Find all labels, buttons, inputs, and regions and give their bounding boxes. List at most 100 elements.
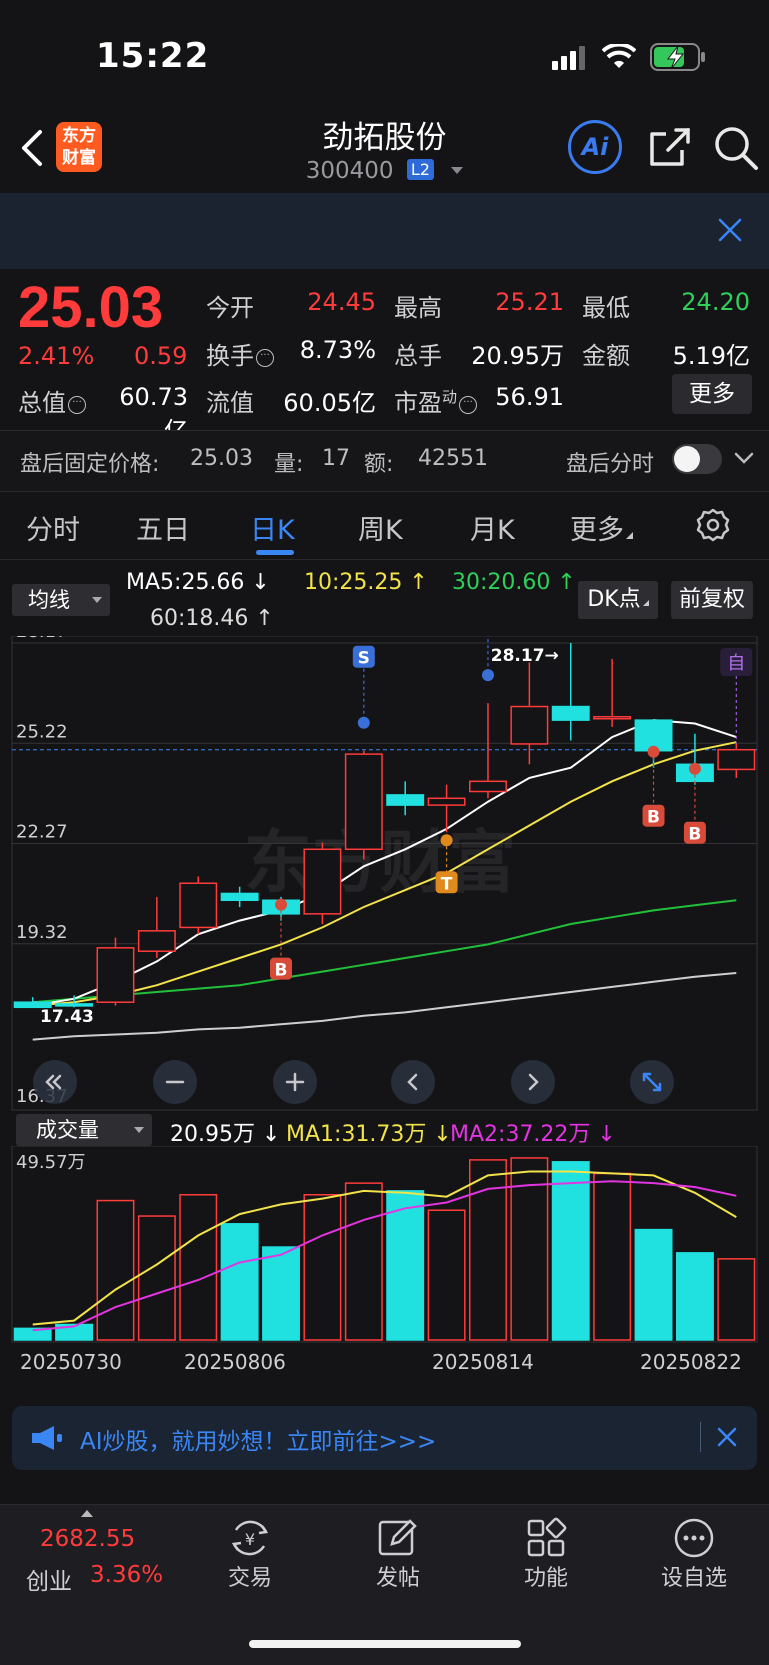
- ad-text[interactable]: AI炒股，就用妙想！立即前往>>>: [80, 1422, 436, 1456]
- nav-add-watchlist[interactable]: 设自选: [634, 1560, 754, 1592]
- info-icon[interactable]: ···: [68, 396, 86, 414]
- after-hours-amount-label: 额:: [364, 452, 394, 477]
- grid-apps-icon[interactable]: [524, 1516, 568, 1560]
- adjust-button[interactable]: 前复权: [671, 581, 753, 619]
- dk-point-button[interactable]: DK点: [578, 581, 658, 619]
- after-hours-volume-label: 量:: [274, 452, 304, 477]
- date-label: 20250730: [20, 1350, 122, 1374]
- after-hours-amount-value: 42551: [418, 446, 488, 471]
- indicator-select-label: 均线: [28, 588, 70, 612]
- turnover-label[interactable]: 换手 ···: [206, 336, 274, 371]
- zoom-out-icon[interactable]: [153, 1060, 197, 1104]
- chevron-down-icon[interactable]: [451, 167, 464, 174]
- pe-dynamic-sup: 动: [442, 388, 458, 406]
- volume-ma1-text: MA1:31.73万: [286, 1122, 427, 1147]
- turnover-value: 8.73%: [299, 336, 376, 364]
- signal-dot: [481, 669, 494, 682]
- tab-more[interactable]: 更多: [570, 508, 633, 547]
- ma10-text: 10:25.25: [304, 570, 403, 595]
- nav-trade[interactable]: 交易: [190, 1560, 310, 1592]
- volume-bar: [262, 1246, 300, 1341]
- kline-chart[interactable]: 东方财富 28.1725.2222.2719.3216.37 BSTSBB 28…: [0, 636, 769, 1112]
- candle-body: [551, 705, 590, 721]
- volume-bar: [303, 1194, 342, 1341]
- amount-label: 金额: [582, 342, 630, 370]
- after-hours-volume-value: 17: [322, 446, 350, 471]
- y-axis-label: 28.17: [16, 636, 68, 642]
- kline-y-axis: 28.1725.2222.2719.3216.37: [16, 636, 68, 1107]
- change-percent: 2.41%: [18, 342, 95, 370]
- tab-timeshare[interactable]: 分时: [26, 508, 80, 547]
- signal-dot: [275, 898, 288, 911]
- y-axis-label: 22.27: [16, 822, 68, 843]
- chevron-down-icon: [134, 1127, 144, 1133]
- ma60-text: 60:18.46: [150, 606, 249, 631]
- candle-body: [469, 780, 507, 793]
- candle-body: [510, 705, 549, 745]
- post-icon[interactable]: [376, 1516, 420, 1560]
- volume-bar: [96, 1199, 135, 1341]
- info-icon[interactable]: ···: [459, 396, 478, 414]
- index-name[interactable]: 创业: [26, 1562, 72, 1596]
- signal-label: B: [275, 961, 288, 981]
- fast-back-icon[interactable]: [33, 1060, 77, 1104]
- candle-body: [96, 947, 135, 1003]
- trade-icon[interactable]: ¥: [228, 1516, 272, 1560]
- corner-arrow-icon: [642, 600, 649, 606]
- gear-icon[interactable]: [696, 508, 730, 542]
- step-back-icon[interactable]: [391, 1060, 435, 1104]
- candle-body: [427, 797, 466, 806]
- candle-body: [717, 748, 756, 771]
- signal-dot: [688, 762, 701, 775]
- market-cap-label[interactable]: 总值 ···: [18, 383, 86, 418]
- volume-chart[interactable]: 49.57万: [0, 1146, 769, 1346]
- info-icon[interactable]: ···: [256, 349, 274, 367]
- more-dots-icon[interactable]: [672, 1516, 716, 1560]
- share-icon[interactable]: [646, 124, 692, 170]
- close-icon[interactable]: [714, 1424, 740, 1450]
- nav-post[interactable]: 发帖: [338, 1560, 458, 1592]
- candle-body: [593, 715, 632, 720]
- min-price-annotation: 17.43: [40, 1007, 94, 1027]
- tab-monthly-k[interactable]: 月K: [470, 508, 515, 547]
- candle-body: [55, 1003, 94, 1007]
- volume-max-label: 49.57万: [16, 1152, 86, 1173]
- volume-bar: [593, 1172, 632, 1341]
- step-forward-icon[interactable]: [511, 1060, 555, 1104]
- pe-label-text: 市盈: [394, 389, 442, 417]
- chevron-down-icon[interactable]: [734, 450, 754, 466]
- pe-label[interactable]: 市盈动 ···: [394, 383, 478, 418]
- index-value[interactable]: 2682.55: [40, 1526, 135, 1552]
- ma60-label: 60:18.46 ↑: [150, 606, 274, 631]
- open-label: 今开: [206, 294, 254, 322]
- after-hours-timeshare-label: 盘后分时: [566, 452, 655, 477]
- close-icon[interactable]: [716, 216, 744, 244]
- pe-value: 56.91: [495, 383, 564, 411]
- volume-bar: [386, 1190, 425, 1341]
- fullscreen-icon[interactable]: [630, 1060, 674, 1104]
- ma10-label: 10:25.25 ↑: [304, 570, 428, 595]
- float-cap-value: 60.05亿: [283, 389, 376, 417]
- indicator-select[interactable]: 均线: [12, 584, 110, 616]
- volume-bar: [220, 1223, 259, 1341]
- ai-assistant-button[interactable]: Ai: [568, 120, 622, 174]
- index-percent[interactable]: 3.36%: [90, 1562, 163, 1588]
- arrow-up-icon: ↑: [550, 570, 576, 595]
- signal-label: B: [647, 808, 660, 828]
- kline-signals: BSTSBB: [270, 636, 706, 981]
- tab-daily-k[interactable]: 日K: [250, 508, 295, 547]
- active-tab-indicator: [256, 550, 294, 555]
- candle-body: [303, 848, 342, 915]
- nav-functions[interactable]: 功能: [486, 1560, 606, 1592]
- arrow-down-icon: ↓: [244, 570, 270, 595]
- zoom-in-icon[interactable]: [273, 1060, 317, 1104]
- chevron-up-icon[interactable]: [81, 1510, 93, 1517]
- tab-weekly-k[interactable]: 周K: [358, 508, 403, 547]
- high-value: 25.21: [495, 288, 564, 316]
- search-icon[interactable]: [712, 124, 760, 172]
- signal-dot: [440, 834, 453, 847]
- tab-five-day[interactable]: 五日: [136, 508, 190, 547]
- notice-banner[interactable]: [0, 193, 769, 269]
- more-button[interactable]: 更多: [672, 374, 752, 414]
- volume-indicator-select[interactable]: 成交量: [16, 1114, 152, 1146]
